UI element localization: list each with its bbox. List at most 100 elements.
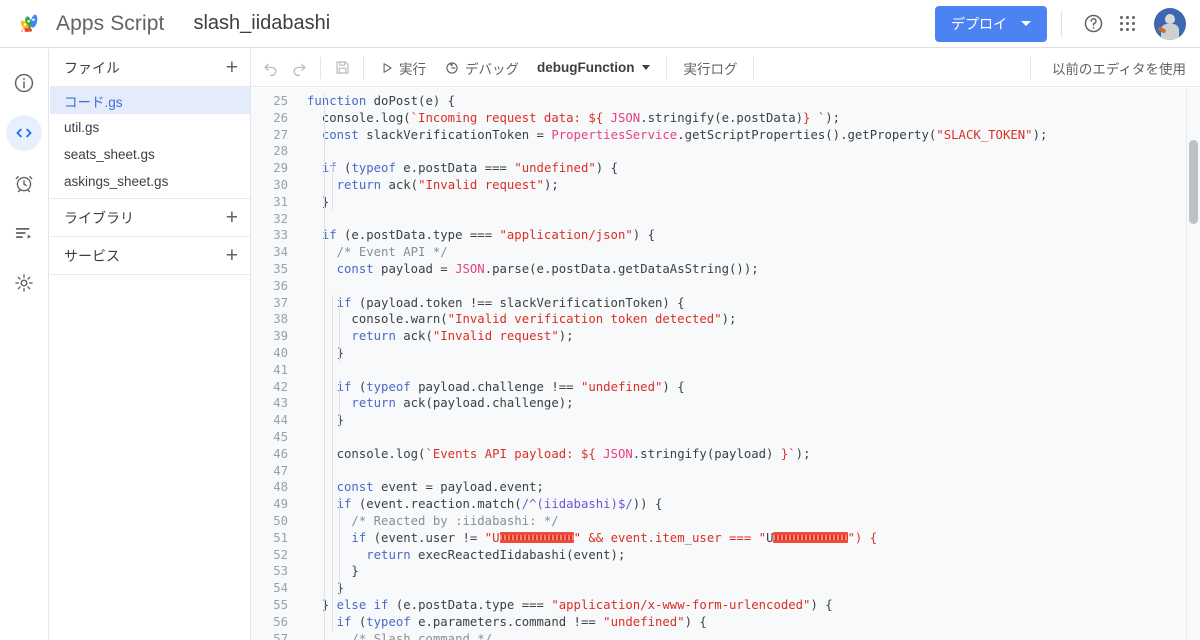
code-line[interactable]: function doPost(e) { [297, 93, 1200, 110]
code-content[interactable]: function doPost(e) { console.log(`Incomi… [297, 88, 1200, 640]
code-line[interactable] [297, 429, 1200, 446]
brand-name: Apps Script [56, 11, 165, 35]
editor-scrollbar-thumb[interactable] [1189, 140, 1198, 224]
files-section-header: ファイル + [50, 49, 250, 87]
code-line[interactable]: } [297, 563, 1200, 580]
project-title[interactable]: slash_iidabashi [193, 12, 330, 35]
run-button-label: 実行 [399, 61, 426, 77]
add-file-plus-icon[interactable]: + [226, 57, 238, 78]
code-line[interactable]: return ack("Invalid request"); [297, 328, 1200, 345]
line-number: 48 [273, 480, 288, 495]
services-section-label: サービス [64, 247, 120, 264]
code-line[interactable]: console.log(`Events API payload: ${ JSON… [297, 446, 1200, 463]
divider [1029, 56, 1031, 79]
sidebar-item-triggers[interactable] [6, 165, 42, 201]
line-number: 35 [273, 261, 288, 276]
line-number: 32 [273, 211, 288, 226]
code-line[interactable]: /* Event API */ [297, 244, 1200, 261]
indent-guide [331, 294, 333, 631]
code-line[interactable]: if (event.user != "UXXXXXXXXXX" && event… [297, 530, 1200, 547]
code-line[interactable]: if (event.reaction.match(/^(iidabashi)$/… [297, 496, 1200, 513]
code-line[interactable]: return execReactedIidabashi(event); [297, 547, 1200, 564]
file-item-askings-sheet-gs[interactable]: askings_sheet.gs [50, 168, 250, 195]
code-line[interactable]: } [297, 580, 1200, 597]
line-number: 41 [273, 362, 288, 377]
file-item-label: seats_sheet.gs [64, 147, 155, 162]
left-nav-rail [0, 49, 49, 640]
brand-area[interactable]: Apps Script [18, 9, 164, 39]
file-list: コード.gs util.gs seats_sheet.gs askings_sh… [50, 87, 250, 199]
redo-arrow-icon[interactable] [285, 54, 313, 82]
avatar[interactable] [1154, 7, 1186, 40]
code-editor[interactable]: 25 26 27 28 29 30 31 32 33 34 35 36 37 38 39 40 41 42 43 44… [251, 88, 1200, 640]
divider [1061, 10, 1062, 37]
line-number: 55 [273, 597, 288, 612]
code-line[interactable]: return ack(payload.challenge); [297, 395, 1200, 412]
line-number: 34 [273, 245, 288, 260]
code-line[interactable]: if (typeof e.postData === "undefined") { [297, 160, 1200, 177]
divider [320, 56, 321, 79]
apps-script-logo-icon [18, 9, 48, 39]
file-item-code-gs[interactable]: コード.gs [50, 87, 250, 114]
code-line[interactable] [297, 362, 1200, 379]
code-line[interactable]: return ack("Invalid request"); [297, 177, 1200, 194]
code-line[interactable]: console.log(`Incoming request data: ${ J… [297, 110, 1200, 127]
code-line[interactable]: const slackVerificationToken = Propertie… [297, 127, 1200, 144]
code-line[interactable] [297, 211, 1200, 228]
editor-scrollbar-track[interactable] [1187, 88, 1200, 640]
code-line[interactable]: /* Reacted by :iidabashi: */ [297, 513, 1200, 530]
line-number: 33 [273, 228, 288, 243]
save-disk-icon[interactable] [328, 54, 356, 82]
code-line[interactable]: } [297, 412, 1200, 429]
undo-arrow-icon[interactable] [257, 54, 285, 82]
function-selector[interactable]: debugFunction [528, 54, 659, 82]
code-line[interactable] [297, 278, 1200, 295]
legacy-editor-link[interactable]: 以前のエディタを使用 [1038, 58, 1200, 78]
play-triangle-icon [383, 62, 392, 73]
file-item-label: askings_sheet.gs [64, 174, 169, 189]
indent-guide [339, 294, 340, 362]
apps-grid-icon[interactable] [1110, 7, 1144, 41]
caret-down-icon [642, 65, 651, 70]
code-line[interactable]: /* Slash command */ [297, 631, 1200, 640]
code-line[interactable]: if (typeof payload.challenge !== "undefi… [297, 379, 1200, 396]
line-number: 54 [273, 581, 288, 596]
line-number: 53 [273, 564, 288, 579]
code-line[interactable]: if (e.postData.type === "application/jso… [297, 227, 1200, 244]
files-section-label: ファイル [64, 59, 120, 76]
code-line[interactable]: if (payload.token !== slackVerificationT… [297, 295, 1200, 312]
top-bar-actions: デプロイ [935, 0, 1186, 47]
redacted-user-id: XXXXXXXXXX [499, 531, 574, 543]
sidebar-item-overview[interactable] [6, 65, 42, 101]
code-line[interactable]: if (typeof e.parameters.command !== "und… [297, 614, 1200, 631]
debug-bug-icon [446, 61, 458, 74]
top-app-bar: Apps Script slash_iidabashi デプロイ [0, 0, 1200, 48]
debug-button[interactable]: デバッグ [435, 54, 528, 82]
help-circle-icon[interactable] [1076, 7, 1110, 41]
libraries-section-label: ライブラリ [64, 209, 134, 226]
line-number: 50 [273, 513, 288, 528]
code-line[interactable]: } else if (e.postData.type === "applicat… [297, 597, 1200, 614]
toolbar-right-group: 以前のエディタを使用 [1023, 49, 1200, 86]
line-number-gutter: 25 26 27 28 29 30 31 32 33 34 35 36 37 38 39 40 41 42 43 44… [251, 88, 297, 640]
line-number: 25 [273, 94, 288, 108]
code-line[interactable]: console.warn("Invalid verification token… [297, 311, 1200, 328]
sidebar-item-editor[interactable] [6, 115, 42, 151]
deploy-button[interactable]: デプロイ [935, 5, 1047, 42]
code-line[interactable]: const event = payload.event; [297, 479, 1200, 496]
code-line[interactable] [297, 143, 1200, 160]
code-line[interactable]: } [297, 194, 1200, 211]
divider [753, 56, 755, 79]
run-button[interactable]: 実行 [371, 54, 435, 82]
execution-log-button[interactable]: 実行ログ [674, 58, 746, 78]
file-item-util-gs[interactable]: util.gs [50, 114, 250, 141]
add-service-plus-icon[interactable]: + [226, 245, 238, 266]
code-line[interactable]: const payload = JSON.parse(e.postData.ge… [297, 261, 1200, 278]
code-line[interactable] [297, 463, 1200, 480]
code-line[interactable]: } [297, 345, 1200, 362]
add-library-plus-icon[interactable]: + [226, 207, 238, 228]
indent-guide [339, 496, 340, 597]
sidebar-item-settings[interactable] [6, 265, 42, 301]
file-item-seats-sheet-gs[interactable]: seats_sheet.gs [50, 141, 250, 168]
sidebar-item-executions[interactable] [6, 215, 42, 251]
